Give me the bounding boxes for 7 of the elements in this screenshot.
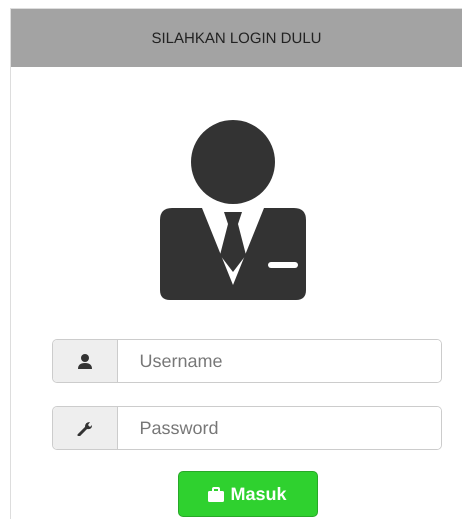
briefcase-icon [208, 486, 224, 502]
user-icon [76, 353, 92, 369]
input-field[interactable]: Username [52, 339, 442, 383]
login-button[interactable]: Masuk [178, 471, 318, 517]
input-field[interactable]: Password [52, 406, 442, 450]
wrench-icon [76, 420, 92, 436]
panel-title: SILAHKAN LOGIN DULU [151, 30, 322, 46]
